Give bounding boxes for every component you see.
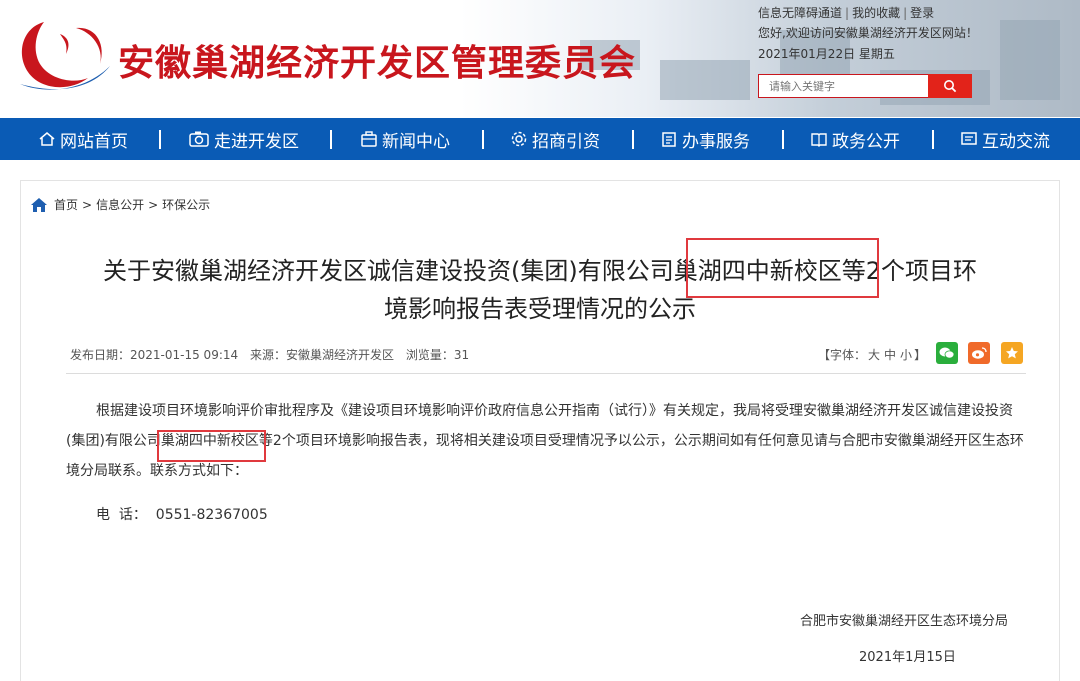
signature-date: 2021年1月15日 xyxy=(859,650,956,665)
nav-label: 走进开发区 xyxy=(214,131,299,152)
star-icon xyxy=(1006,347,1018,359)
welcome-text: 您好,欢迎访问安徽巢湖经济开发区网站！ xyxy=(758,26,978,40)
article-title-line1: 关于安徽巢湖经济开发区诚信建设投资(集团)有限公司巢湖四中新校区等2个项目环 xyxy=(103,257,977,285)
gear-icon xyxy=(511,131,527,147)
search-box xyxy=(758,74,972,98)
publish-date: 发布日期：2021-01-15 09:14 xyxy=(70,348,239,362)
nav-label: 招商引资 xyxy=(532,131,600,152)
main-nav: 网站首页 走进开发区 新闻中心 招商引资 办事服务 政务公开 互动交流 xyxy=(0,118,1080,160)
article-source: 来源：安徽巢湖经济开发区 xyxy=(249,348,394,362)
title-highlight-box xyxy=(686,238,879,298)
login-link[interactable]: 登录 xyxy=(910,6,934,20)
view-count: 浏览量：31 xyxy=(405,348,470,362)
top-links: 信息无障碍通道 | 我的收藏 | 登录 xyxy=(758,6,935,20)
nav-label: 网站首页 xyxy=(60,131,128,152)
contact-phone: 电 话： 0551-82367005 xyxy=(96,507,268,523)
nav-interaction[interactable]: 互动交流 xyxy=(960,118,1050,160)
search-icon xyxy=(944,80,957,93)
site-header: 安徽巢湖经济开发区管理委员会 信息无障碍通道 | 我的收藏 | 登录 您好,欢迎访问安徽… xyxy=(0,0,1080,117)
nav-label: 互动交流 xyxy=(982,131,1050,152)
search-button[interactable] xyxy=(928,74,972,98)
search-input[interactable] xyxy=(758,74,930,98)
meta-divider xyxy=(66,373,1026,374)
wechat-icon xyxy=(939,347,955,359)
nav-investment[interactable]: 招商引资 xyxy=(510,118,600,160)
breadcrumb: 首页 > 信息公开 > 环保公示 xyxy=(30,196,210,213)
font-small[interactable]: 小 xyxy=(900,348,912,362)
site-title: 安徽巢湖经济开发区管理委员会 xyxy=(118,43,637,84)
current-date: 2021年01月22日 星期五 xyxy=(758,47,895,61)
nav-label: 新闻中心 xyxy=(382,131,450,152)
breadcrumb-env[interactable]: 环保公示 xyxy=(162,196,210,213)
article-title: 关于安徽巢湖经济开发区诚信建设投资(集团)有限公司巢湖四中新校区等2个项目环 境… xyxy=(40,252,1040,328)
nav-label: 政务公开 xyxy=(832,131,900,152)
font-size-control: 【字体：大中小】 xyxy=(818,348,927,362)
nav-gov-info[interactable]: 政务公开 xyxy=(810,118,900,160)
clipboard-icon xyxy=(662,132,676,147)
book-icon xyxy=(811,133,827,147)
briefcase-icon xyxy=(361,131,377,147)
article-title-line2: 境影响报告表受理情况的公示 xyxy=(384,295,696,323)
share-wechat-button[interactable] xyxy=(936,342,958,364)
nav-about[interactable]: 走进开发区 xyxy=(188,118,299,160)
signature-org: 合肥市安徽巢湖经开区生态环境分局 xyxy=(800,614,1009,629)
accessibility-link[interactable]: 信息无障碍通道 xyxy=(758,6,842,20)
body-highlight-box xyxy=(157,430,266,462)
nav-services[interactable]: 办事服务 xyxy=(660,118,750,160)
article-meta: 发布日期：2021-01-15 09:14 来源：安徽巢湖经济开发区 浏览量：3… xyxy=(70,346,477,363)
breadcrumb-home[interactable]: 首页 xyxy=(54,196,78,213)
favorites-link[interactable]: 我的收藏 xyxy=(852,6,900,20)
nav-label: 办事服务 xyxy=(682,131,750,152)
camera-icon xyxy=(189,131,209,147)
share-favorite-button[interactable] xyxy=(1001,342,1023,364)
breadcrumb-info[interactable]: 信息公开 xyxy=(96,196,144,213)
home-icon xyxy=(39,132,55,146)
nav-home[interactable]: 网站首页 xyxy=(38,118,128,160)
font-large[interactable]: 大 xyxy=(868,348,880,362)
home-icon xyxy=(31,197,47,212)
font-medium[interactable]: 中 xyxy=(884,348,896,362)
logo-icon xyxy=(20,22,110,90)
weibo-icon xyxy=(972,347,987,359)
message-icon xyxy=(961,132,977,145)
share-weibo-button[interactable] xyxy=(968,342,990,364)
nav-news[interactable]: 新闻中心 xyxy=(360,118,450,160)
